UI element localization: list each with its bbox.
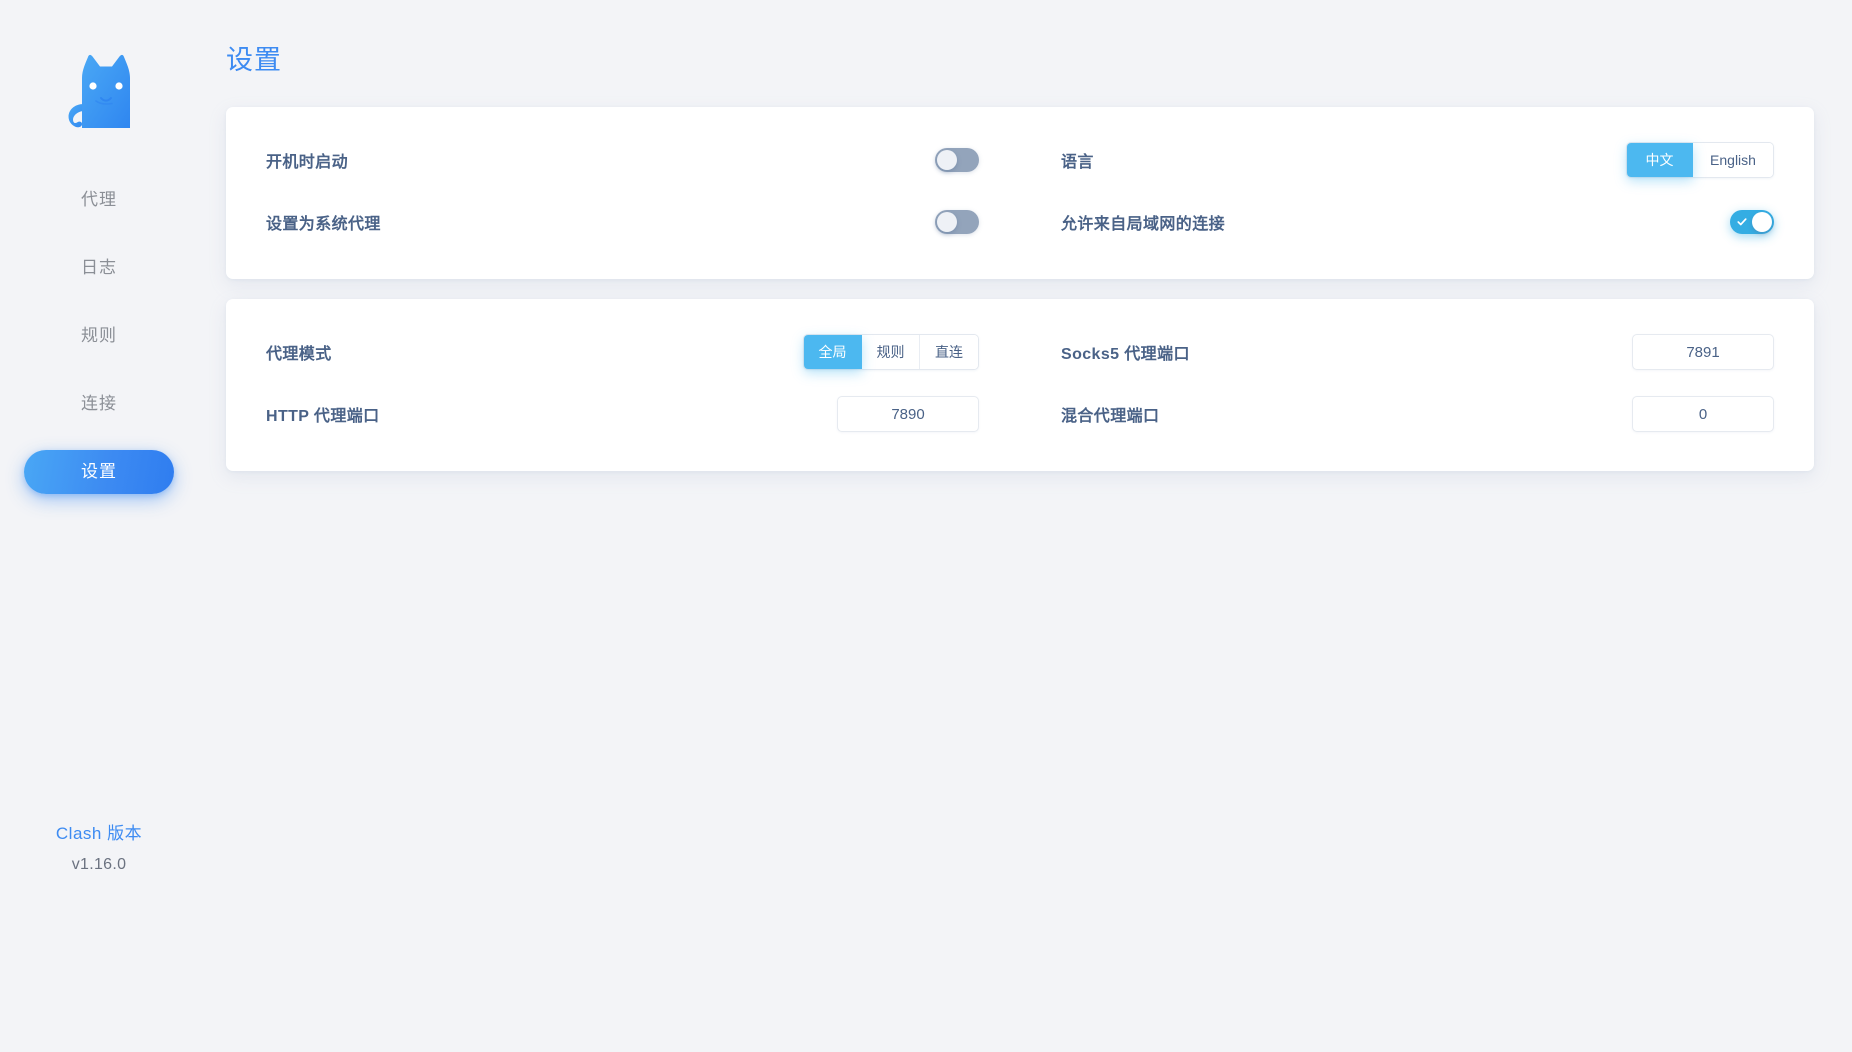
sidebar-item-connections[interactable]: 连接	[24, 382, 174, 426]
toggle-knob	[937, 212, 957, 232]
row-label: Socks5 代理端口	[1061, 340, 1190, 364]
row-label: HTTP 代理端口	[266, 402, 380, 426]
general-card: 开机时启动 语言 中文	[226, 107, 1814, 279]
proxy-card: 代理模式 全局 规则 直连 Socks5 代理端口	[226, 299, 1814, 471]
row-control	[935, 210, 979, 234]
page-title: 设置	[226, 38, 1814, 77]
row-label: 混合代理端口	[1061, 402, 1159, 426]
row-control	[935, 148, 979, 172]
start-at-login-toggle[interactable]	[935, 148, 979, 172]
proxy-mode-option-direct[interactable]: 直连	[920, 335, 978, 369]
sidebar-item-rules[interactable]: 规则	[24, 314, 174, 358]
row-label: 允许来自局域网的连接	[1061, 210, 1225, 234]
app-root: 代理 日志 规则 连接 设置 Clash 版本 v1.16.0 设置	[0, 0, 1852, 1052]
main-content: 设置 开机时启动	[198, 0, 1852, 1052]
http-port-input[interactable]	[837, 396, 979, 432]
version-block: Clash 版本 v1.16.0	[0, 819, 198, 874]
row-control	[1632, 334, 1774, 370]
sidebar-nav: 代理 日志 规则 连接 设置	[0, 178, 198, 494]
row-control: 中文 English	[1626, 142, 1774, 178]
row-proxy-mode: 代理模式 全局 规则 直连	[266, 321, 979, 383]
row-allow-lan: 允许来自局域网的连接	[1061, 191, 1774, 253]
sidebar-item-settings[interactable]: 设置	[24, 450, 174, 494]
row-language: 语言 中文 English	[1061, 129, 1774, 191]
sidebar: 代理 日志 规则 连接 设置 Clash 版本 v1.16.0	[0, 0, 198, 1052]
row-label: 设置为系统代理	[266, 210, 381, 234]
row-mixed-port: 混合代理端口	[1061, 383, 1774, 445]
row-control	[1632, 396, 1774, 432]
row-start-at-login: 开机时启动	[266, 129, 979, 191]
sidebar-item-label: 连接	[81, 394, 117, 413]
proxy-mode-option-rule[interactable]: 规则	[862, 335, 920, 369]
sidebar-item-label: 规则	[81, 326, 117, 345]
row-http-port: HTTP 代理端口	[266, 383, 979, 445]
sidebar-item-label: 代理	[81, 190, 117, 209]
row-label: 代理模式	[266, 340, 332, 364]
row-control	[1730, 210, 1774, 234]
sidebar-item-logs[interactable]: 日志	[24, 246, 174, 290]
mixed-port-input[interactable]	[1632, 396, 1774, 432]
sidebar-item-proxies[interactable]: 代理	[24, 178, 174, 222]
row-set-as-system-proxy: 设置为系统代理	[266, 191, 979, 253]
proxy-mode-option-global[interactable]: 全局	[804, 335, 862, 369]
clash-cat-logo-icon	[60, 48, 138, 130]
set-as-system-proxy-toggle[interactable]	[935, 210, 979, 234]
row-label: 语言	[1061, 148, 1094, 172]
row-control: 全局 规则 直连	[803, 334, 979, 370]
row-socks5-port: Socks5 代理端口	[1061, 321, 1774, 383]
toggle-knob	[937, 150, 957, 170]
language-segmented-control: 中文 English	[1626, 142, 1774, 178]
sidebar-item-label: 日志	[81, 258, 117, 277]
row-control	[837, 396, 979, 432]
allow-lan-toggle[interactable]	[1730, 210, 1774, 234]
language-option-chinese[interactable]: 中文	[1627, 143, 1693, 177]
row-label: 开机时启动	[266, 148, 348, 172]
sidebar-item-label: 设置	[81, 462, 117, 481]
toggle-knob	[1752, 212, 1772, 232]
check-icon	[1737, 217, 1747, 227]
proxy-mode-segmented-control: 全局 规则 直连	[803, 334, 979, 370]
version-title: Clash 版本	[0, 819, 198, 844]
language-option-english[interactable]: English	[1693, 143, 1773, 177]
socks5-port-input[interactable]	[1632, 334, 1774, 370]
version-number: v1.16.0	[0, 856, 198, 874]
